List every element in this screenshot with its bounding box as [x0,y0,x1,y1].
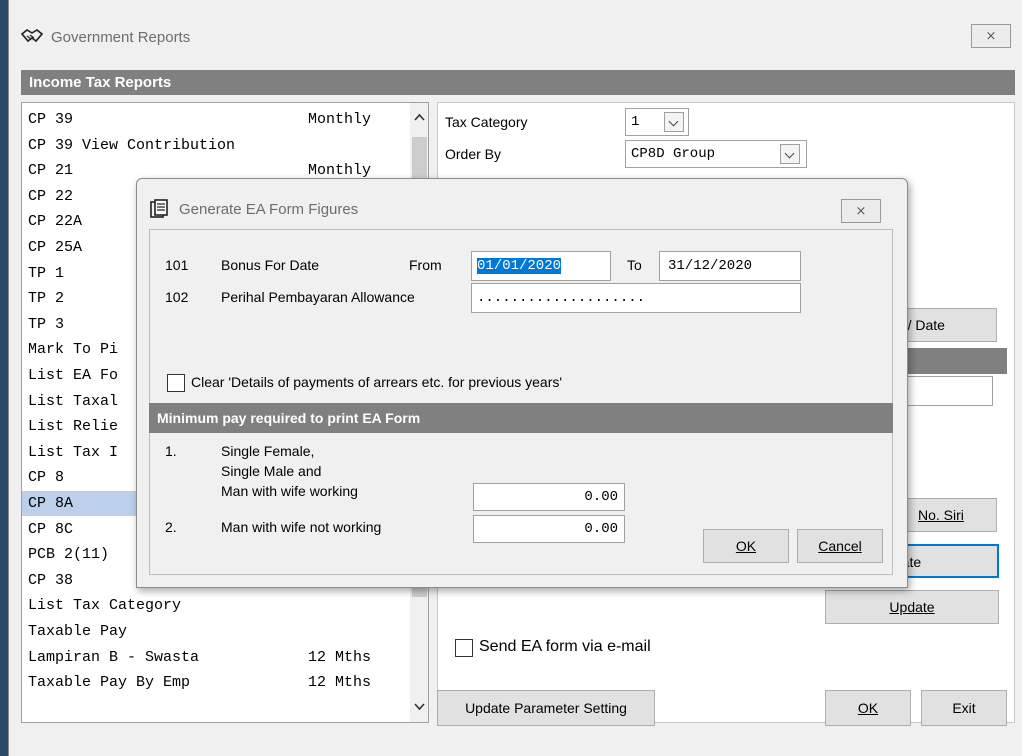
report-name: Taxable Pay By Emp [28,674,191,692]
from-date-value: 01/01/2020 [477,258,562,274]
item-1-line-3: Man with wife working [221,483,358,499]
report-period: 12 Mths [308,674,372,692]
report-list-item[interactable]: List Tax Category [22,593,402,618]
report-period: 12 Mths [308,648,372,666]
bonus-for-date-label: Bonus For Date [221,257,320,273]
to-label: To [627,257,642,273]
chevron-down-icon[interactable] [780,144,800,164]
report-name: List EA Fo [28,367,119,384]
item-1-number: 1. [165,443,177,459]
tax-category-value: 1 [631,114,640,130]
report-list-item[interactable]: Taxable Pay By Emp 12 Mths [22,670,402,695]
scroll-up-icon[interactable] [414,113,425,121]
partial-section-bar [891,348,1007,374]
report-name: Mark To Pi [28,341,119,359]
bonus-from-date-input[interactable]: 01/01/2020 [471,251,611,281]
report-name: CP 8 [28,469,65,487]
report-list-item[interactable]: Lampiran B - Swasta 12 Mths [22,645,402,670]
report-name: CP 8A [28,495,74,512]
income-tax-reports-header: Income Tax Reports [21,70,1015,95]
report-name: CP 8C [28,520,74,538]
main-titlebar: Government Reports ⨯ [9,0,1022,70]
from-label: From [409,257,442,273]
form-document-icon [150,199,168,218]
report-name: CP 22A [28,213,83,231]
row-101-code: 101 [165,257,189,273]
bonus-to-date-input[interactable]: 31/12/2020 [659,251,801,281]
dialog-title: Generate EA Form Figures [179,201,359,218]
row-102-code: 102 [165,289,189,305]
report-name: TP 1 [28,264,65,282]
report-name: Lampiran B - Swasta [28,648,200,666]
order-by-value: CP8D Group [631,146,716,162]
scroll-down-icon[interactable] [414,703,425,711]
handshake-icon [21,29,43,43]
report-name: TP 3 [28,315,65,333]
minimum-pay-header: Minimum pay required to print EA Form [149,403,893,433]
item-1-line-1: Single Female, [221,443,315,459]
update-parameter-setting-button[interactable]: Update Parameter Setting [437,690,655,726]
window-title: Government Reports [51,29,191,46]
dialog-close-button[interactable]: ⨯ [841,199,881,223]
dialog-cancel-button[interactable]: Cancel [797,529,883,563]
report-name: List Taxal [28,392,119,410]
report-name: CP 39 View Contribution [28,136,236,154]
report-period: Monthly [308,111,372,128]
dialog-ok-button[interactable]: OK [703,529,789,563]
report-name: CP 38 [28,571,74,589]
main-ok-button[interactable]: OK [825,690,911,726]
report-name: CP 39 [28,111,74,128]
chevron-down-icon[interactable] [664,112,684,132]
order-by-label: Order By [445,146,502,162]
send-ea-email-label: Send EA form via e-mail [479,638,651,655]
min-pay-single-input[interactable]: 0.00 [473,483,625,511]
generate-ea-form-dialog: Generate EA Form Figures ⨯ 101 Bonus For… [136,178,908,588]
item-1-line-2: Single Male and [221,463,322,479]
clear-arrears-checkbox[interactable] [167,374,185,392]
report-name: Taxable Pay [28,623,128,640]
main-exit-button[interactable]: Exit [921,690,1007,726]
report-name: CP 25A [28,239,83,256]
item-2-number: 2. [165,519,177,535]
report-name: List Relie [28,418,119,436]
clear-arrears-label: Clear 'Details of payments of arrears et… [191,374,563,390]
report-list-item[interactable]: CP 39 View Contribution [22,133,402,158]
send-ea-email-checkbox[interactable] [455,639,473,657]
update-button[interactable]: Update [825,590,999,624]
report-name: CP 21 [28,162,74,180]
perihal-pembayaran-label: Perihal Pembayaran Allowance [221,289,415,305]
tax-category-label: Tax Category [445,114,528,130]
report-name: CP 22 [28,187,74,205]
report-name: List Tax Category [28,597,182,615]
report-name: TP 2 [28,290,65,308]
order-by-dropdown[interactable]: CP8D Group [625,140,807,168]
item-2-label: Man with wife not working [221,519,382,535]
report-list-item[interactable]: CP 39 Monthly [22,107,402,132]
window-close-button[interactable]: ⨯ [971,24,1011,48]
report-list-item[interactable]: Taxable Pay [22,619,402,644]
report-name: List Tax I [28,443,119,461]
report-name: PCB 2(11) [28,546,110,564]
allowance-input[interactable]: .................... [471,283,801,313]
min-pay-married-input[interactable]: 0.00 [473,515,625,543]
tax-category-dropdown[interactable]: 1 [625,108,689,136]
